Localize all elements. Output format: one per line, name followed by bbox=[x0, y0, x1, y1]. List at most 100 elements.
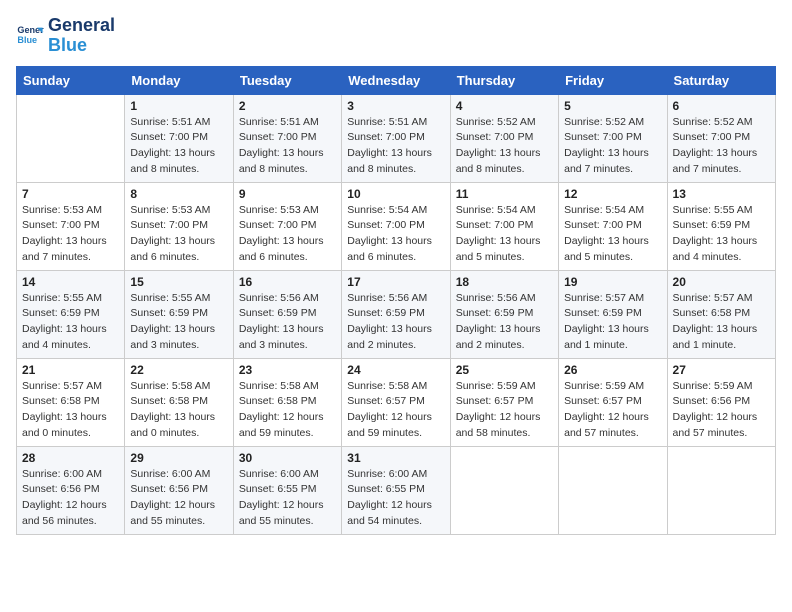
calendar-week-row: 7 Sunrise: 5:53 AMSunset: 7:00 PMDaylight… bbox=[17, 182, 776, 270]
day-number: 26 bbox=[564, 363, 661, 377]
day-info: Sunrise: 5:51 AMSunset: 7:00 PMDaylight:… bbox=[239, 115, 336, 178]
day-info: Sunrise: 6:00 AMSunset: 6:56 PMDaylight:… bbox=[22, 467, 119, 530]
calendar-day-cell: 21Sunrise: 5:57 AMSunset: 6:58 PMDayligh… bbox=[17, 358, 125, 446]
day-info: Sunrise: 5:58 AMSunset: 6:58 PMDaylight:… bbox=[130, 379, 227, 442]
calendar-day-cell: 30 Sunrise: 6:00 AMSunset: 6:55 PMDayligh… bbox=[233, 446, 341, 534]
calendar-week-row: 21Sunrise: 5:57 AMSunset: 6:58 PMDayligh… bbox=[17, 358, 776, 446]
day-info: Sunrise: 5:59 AMSunset: 6:57 PMDaylight:… bbox=[456, 379, 553, 442]
day-info: Sunrise: 5:53 AMSunset: 7:00 PMDaylight:… bbox=[239, 203, 336, 266]
calendar-day-cell: 3Sunrise: 5:51 AMSunset: 7:00 PMDaylight… bbox=[342, 94, 450, 182]
calendar-day-cell: 26 Sunrise: 5:59 AMSunset: 6:57 PMDayligh… bbox=[559, 358, 667, 446]
day-number: 7 bbox=[22, 187, 119, 201]
day-number: 14 bbox=[22, 275, 119, 289]
day-of-week-header: Monday bbox=[125, 66, 233, 94]
day-of-week-header: Tuesday bbox=[233, 66, 341, 94]
day-info: Sunrise: 5:59 AMSunset: 6:56 PMDaylight:… bbox=[673, 379, 770, 442]
logo: General Blue General Blue bbox=[16, 16, 115, 56]
day-info: Sunrise: 5:58 AMSunset: 6:57 PMDaylight:… bbox=[347, 379, 444, 442]
day-info: Sunrise: 6:00 AMSunset: 6:56 PMDaylight:… bbox=[130, 467, 227, 530]
svg-text:Blue: Blue bbox=[17, 35, 37, 45]
calendar-day-cell bbox=[450, 446, 558, 534]
day-of-week-header: Saturday bbox=[667, 66, 775, 94]
day-of-week-header: Friday bbox=[559, 66, 667, 94]
calendar-day-cell: 27 Sunrise: 5:59 AMSunset: 6:56 PMDayligh… bbox=[667, 358, 775, 446]
day-info: Sunrise: 5:57 AMSunset: 6:59 PMDaylight:… bbox=[564, 291, 661, 354]
calendar-week-row: 14 Sunrise: 5:55 AMSunset: 6:59 PMDayligh… bbox=[17, 270, 776, 358]
day-info: Sunrise: 5:52 AMSunset: 7:00 PMDaylight:… bbox=[673, 115, 770, 178]
day-info: Sunrise: 5:59 AMSunset: 6:57 PMDaylight:… bbox=[564, 379, 661, 442]
day-number: 22 bbox=[130, 363, 227, 377]
calendar-day-cell: 15Sunrise: 5:55 AMSunset: 6:59 PMDayligh… bbox=[125, 270, 233, 358]
day-info: Sunrise: 5:51 AMSunset: 7:00 PMDaylight:… bbox=[130, 115, 227, 178]
page-header: General Blue General Blue bbox=[16, 16, 776, 56]
day-info: Sunrise: 5:58 AMSunset: 6:58 PMDaylight:… bbox=[239, 379, 336, 442]
day-info: Sunrise: 5:56 AMSunset: 6:59 PMDaylight:… bbox=[239, 291, 336, 354]
day-number: 16 bbox=[239, 275, 336, 289]
day-of-week-header: Sunday bbox=[17, 66, 125, 94]
day-number: 24 bbox=[347, 363, 444, 377]
day-number: 27 bbox=[673, 363, 770, 377]
day-info: Sunrise: 5:56 AMSunset: 6:59 PMDaylight:… bbox=[347, 291, 444, 354]
day-number: 31 bbox=[347, 451, 444, 465]
calendar-day-cell: 7 Sunrise: 5:53 AMSunset: 7:00 PMDaylight… bbox=[17, 182, 125, 270]
calendar-day-cell: 18 Sunrise: 5:56 AMSunset: 6:59 PMDayligh… bbox=[450, 270, 558, 358]
calendar-day-cell: 12 Sunrise: 5:54 AMSunset: 7:00 PMDayligh… bbox=[559, 182, 667, 270]
calendar-week-row: 28 Sunrise: 6:00 AMSunset: 6:56 PMDayligh… bbox=[17, 446, 776, 534]
calendar-day-cell bbox=[559, 446, 667, 534]
day-info: Sunrise: 5:53 AMSunset: 7:00 PMDaylight:… bbox=[22, 203, 119, 266]
day-number: 29 bbox=[130, 451, 227, 465]
calendar-day-cell: 23 Sunrise: 5:58 AMSunset: 6:58 PMDayligh… bbox=[233, 358, 341, 446]
day-number: 19 bbox=[564, 275, 661, 289]
day-number: 10 bbox=[347, 187, 444, 201]
day-number: 20 bbox=[673, 275, 770, 289]
calendar-day-cell bbox=[667, 446, 775, 534]
day-number: 13 bbox=[673, 187, 770, 201]
calendar-day-cell: 10 Sunrise: 5:54 AMSunset: 7:00 PMDayligh… bbox=[342, 182, 450, 270]
calendar-day-cell: 14 Sunrise: 5:55 AMSunset: 6:59 PMDayligh… bbox=[17, 270, 125, 358]
day-number: 3 bbox=[347, 99, 444, 113]
calendar-header-row: SundayMondayTuesdayWednesdayThursdayFrid… bbox=[17, 66, 776, 94]
calendar-day-cell bbox=[17, 94, 125, 182]
day-info: Sunrise: 5:55 AMSunset: 6:59 PMDaylight:… bbox=[22, 291, 119, 354]
calendar-day-cell: 4 Sunrise: 5:52 AMSunset: 7:00 PMDaylight… bbox=[450, 94, 558, 182]
calendar-day-cell: 13 Sunrise: 5:55 AMSunset: 6:59 PMDayligh… bbox=[667, 182, 775, 270]
day-number: 4 bbox=[456, 99, 553, 113]
calendar-day-cell: 17 Sunrise: 5:56 AMSunset: 6:59 PMDayligh… bbox=[342, 270, 450, 358]
day-info: Sunrise: 6:00 AMSunset: 6:55 PMDaylight:… bbox=[239, 467, 336, 530]
calendar-week-row: 1 Sunrise: 5:51 AMSunset: 7:00 PMDaylight… bbox=[17, 94, 776, 182]
calendar-day-cell: 28 Sunrise: 6:00 AMSunset: 6:56 PMDayligh… bbox=[17, 446, 125, 534]
day-number: 5 bbox=[564, 99, 661, 113]
calendar-day-cell: 25Sunrise: 5:59 AMSunset: 6:57 PMDayligh… bbox=[450, 358, 558, 446]
day-info: Sunrise: 5:54 AMSunset: 7:00 PMDaylight:… bbox=[564, 203, 661, 266]
day-number: 8 bbox=[130, 187, 227, 201]
day-info: Sunrise: 5:54 AMSunset: 7:00 PMDaylight:… bbox=[347, 203, 444, 266]
calendar-day-cell: 11Sunrise: 5:54 AMSunset: 7:00 PMDayligh… bbox=[450, 182, 558, 270]
day-number: 9 bbox=[239, 187, 336, 201]
day-number: 12 bbox=[564, 187, 661, 201]
calendar-day-cell: 31 Sunrise: 6:00 AMSunset: 6:55 PMDayligh… bbox=[342, 446, 450, 534]
day-of-week-header: Thursday bbox=[450, 66, 558, 94]
calendar-day-cell: 5Sunrise: 5:52 AMSunset: 7:00 PMDaylight… bbox=[559, 94, 667, 182]
day-number: 28 bbox=[22, 451, 119, 465]
calendar-day-cell: 2Sunrise: 5:51 AMSunset: 7:00 PMDaylight… bbox=[233, 94, 341, 182]
logo-text: General Blue bbox=[48, 16, 115, 56]
day-info: Sunrise: 6:00 AMSunset: 6:55 PMDaylight:… bbox=[347, 467, 444, 530]
calendar-day-cell: 19 Sunrise: 5:57 AMSunset: 6:59 PMDayligh… bbox=[559, 270, 667, 358]
day-number: 18 bbox=[456, 275, 553, 289]
day-info: Sunrise: 5:56 AMSunset: 6:59 PMDaylight:… bbox=[456, 291, 553, 354]
calendar-day-cell: 8Sunrise: 5:53 AMSunset: 7:00 PMDaylight… bbox=[125, 182, 233, 270]
calendar-day-cell: 24 Sunrise: 5:58 AMSunset: 6:57 PMDayligh… bbox=[342, 358, 450, 446]
calendar-day-cell: 29 Sunrise: 6:00 AMSunset: 6:56 PMDayligh… bbox=[125, 446, 233, 534]
day-number: 1 bbox=[130, 99, 227, 113]
day-info: Sunrise: 5:57 AMSunset: 6:58 PMDaylight:… bbox=[673, 291, 770, 354]
day-number: 30 bbox=[239, 451, 336, 465]
day-of-week-header: Wednesday bbox=[342, 66, 450, 94]
logo-icon: General Blue bbox=[16, 22, 44, 50]
calendar-day-cell: 6Sunrise: 5:52 AMSunset: 7:00 PMDaylight… bbox=[667, 94, 775, 182]
day-info: Sunrise: 5:57 AMSunset: 6:58 PMDaylight:… bbox=[22, 379, 119, 442]
day-info: Sunrise: 5:52 AMSunset: 7:00 PMDaylight:… bbox=[456, 115, 553, 178]
day-info: Sunrise: 5:55 AMSunset: 6:59 PMDaylight:… bbox=[673, 203, 770, 266]
day-number: 17 bbox=[347, 275, 444, 289]
day-number: 23 bbox=[239, 363, 336, 377]
calendar-day-cell: 1 Sunrise: 5:51 AMSunset: 7:00 PMDaylight… bbox=[125, 94, 233, 182]
